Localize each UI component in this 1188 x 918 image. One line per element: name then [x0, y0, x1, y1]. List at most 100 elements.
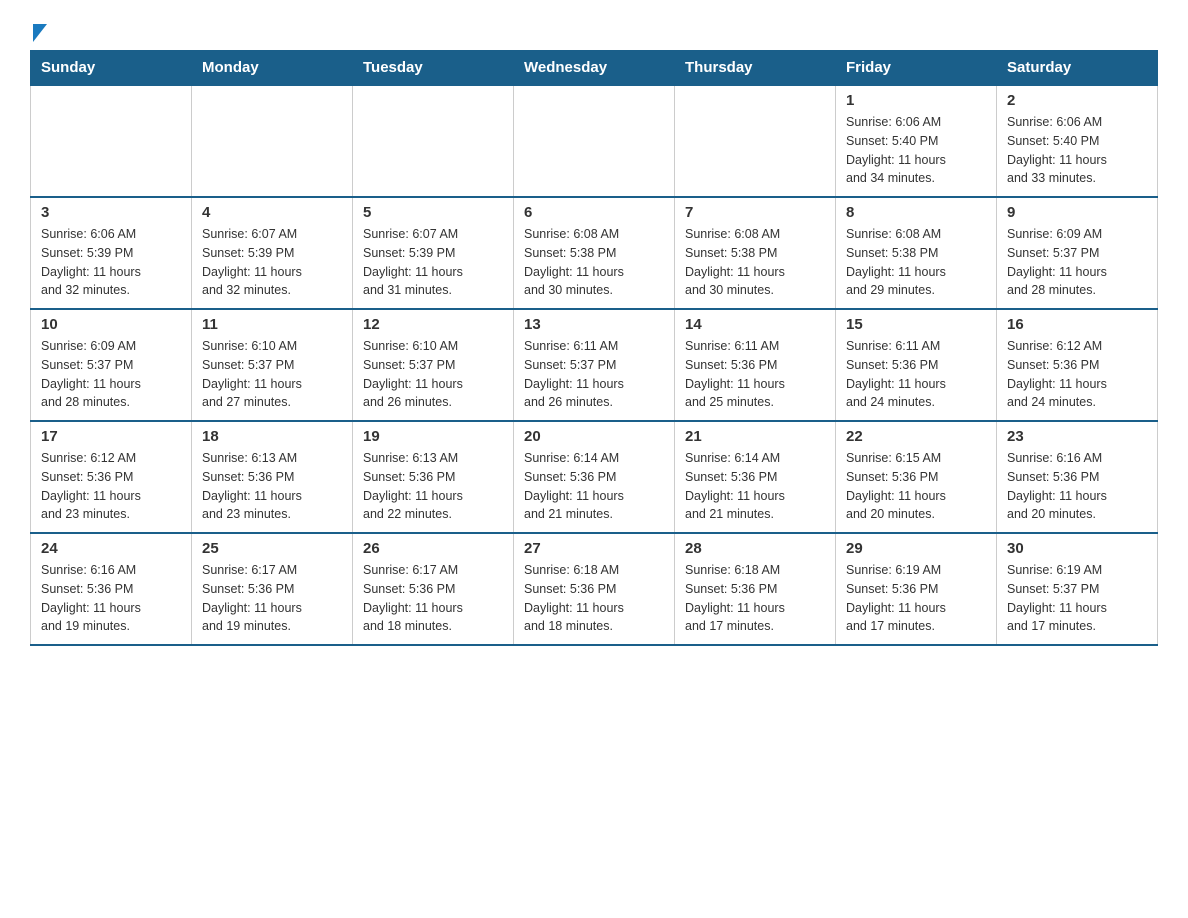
day-info: Sunrise: 6:08 AMSunset: 5:38 PMDaylight:…	[846, 225, 986, 300]
day-number: 24	[41, 540, 181, 557]
day-info: Sunrise: 6:09 AMSunset: 5:37 PMDaylight:…	[1007, 225, 1147, 300]
day-number: 26	[363, 540, 503, 557]
day-number: 12	[363, 316, 503, 333]
calendar-cell-w4-d3: 19 Sunrise: 6:13 AMSunset: 5:36 PMDayligh…	[353, 421, 514, 533]
calendar-cell-w5-d3: 26 Sunrise: 6:17 AMSunset: 5:36 PMDayligh…	[353, 533, 514, 645]
day-number: 8	[846, 204, 986, 221]
header-thursday: Thursday	[675, 51, 836, 86]
day-info: Sunrise: 6:17 AMSunset: 5:36 PMDaylight:…	[363, 561, 503, 636]
day-info: Sunrise: 6:13 AMSunset: 5:36 PMDaylight:…	[202, 449, 342, 524]
calendar-cell-w2-d3: 5 Sunrise: 6:07 AMSunset: 5:39 PMDaylight…	[353, 197, 514, 309]
logo-triangle-icon	[33, 24, 47, 42]
day-info: Sunrise: 6:08 AMSunset: 5:38 PMDaylight:…	[685, 225, 825, 300]
header-saturday: Saturday	[997, 51, 1158, 86]
header-tuesday: Tuesday	[353, 51, 514, 86]
day-info: Sunrise: 6:06 AMSunset: 5:40 PMDaylight:…	[1007, 113, 1147, 188]
day-info: Sunrise: 6:14 AMSunset: 5:36 PMDaylight:…	[524, 449, 664, 524]
day-number: 15	[846, 316, 986, 333]
calendar-cell-w4-d7: 23 Sunrise: 6:16 AMSunset: 5:36 PMDayligh…	[997, 421, 1158, 533]
calendar-cell-w1-d3	[353, 85, 514, 197]
calendar-cell-w2-d6: 8 Sunrise: 6:08 AMSunset: 5:38 PMDaylight…	[836, 197, 997, 309]
day-number: 11	[202, 316, 342, 333]
calendar-cell-w5-d1: 24 Sunrise: 6:16 AMSunset: 5:36 PMDayligh…	[31, 533, 192, 645]
calendar-cell-w2-d2: 4 Sunrise: 6:07 AMSunset: 5:39 PMDaylight…	[192, 197, 353, 309]
day-number: 21	[685, 428, 825, 445]
calendar-cell-w1-d2	[192, 85, 353, 197]
day-number: 7	[685, 204, 825, 221]
day-info: Sunrise: 6:18 AMSunset: 5:36 PMDaylight:…	[524, 561, 664, 636]
day-info: Sunrise: 6:08 AMSunset: 5:38 PMDaylight:…	[524, 225, 664, 300]
day-number: 13	[524, 316, 664, 333]
day-number: 1	[846, 92, 986, 109]
week-row-4: 17Sunrise: 6:12 AMSunset: 5:36 PMDayligh…	[31, 421, 1158, 533]
header-sunday: Sunday	[31, 51, 192, 86]
day-number: 4	[202, 204, 342, 221]
calendar-cell-w4-d5: 21 Sunrise: 6:14 AMSunset: 5:36 PMDayligh…	[675, 421, 836, 533]
day-number: 27	[524, 540, 664, 557]
calendar-cell-w1-d1	[31, 85, 192, 197]
day-info: Sunrise: 6:19 AMSunset: 5:36 PMDaylight:…	[846, 561, 986, 636]
day-info: Sunrise: 6:15 AMSunset: 5:36 PMDaylight:…	[846, 449, 986, 524]
day-number: 22	[846, 428, 986, 445]
day-number: 3	[41, 204, 181, 221]
day-number: 2	[1007, 92, 1147, 109]
day-info: Sunrise: 6:09 AMSunset: 5:37 PMDaylight:…	[41, 337, 181, 412]
calendar-cell-w4-d4: 20 Sunrise: 6:14 AMSunset: 5:36 PMDayligh…	[514, 421, 675, 533]
day-info: Sunrise: 6:10 AMSunset: 5:37 PMDaylight:…	[363, 337, 503, 412]
day-number: 29	[846, 540, 986, 557]
day-number: 23	[1007, 428, 1147, 445]
day-number: 5	[363, 204, 503, 221]
calendar-cell-w4-d2: 18Sunrise: 6:13 AMSunset: 5:36 PMDayligh…	[192, 421, 353, 533]
calendar-cell-w5-d2: 25Sunrise: 6:17 AMSunset: 5:36 PMDayligh…	[192, 533, 353, 645]
calendar-cell-w1-d7: 2 Sunrise: 6:06 AMSunset: 5:40 PMDaylight…	[997, 85, 1158, 197]
calendar-cell-w3-d3: 12 Sunrise: 6:10 AMSunset: 5:37 PMDayligh…	[353, 309, 514, 421]
day-number: 20	[524, 428, 664, 445]
day-info: Sunrise: 6:18 AMSunset: 5:36 PMDaylight:…	[685, 561, 825, 636]
calendar-cell-w5-d4: 27 Sunrise: 6:18 AMSunset: 5:36 PMDayligh…	[514, 533, 675, 645]
calendar-cell-w1-d6: 1 Sunrise: 6:06 AMSunset: 5:40 PMDaylight…	[836, 85, 997, 197]
day-number: 10	[41, 316, 181, 333]
day-info: Sunrise: 6:11 AMSunset: 5:37 PMDaylight:…	[524, 337, 664, 412]
calendar-cell-w3-d6: 15Sunrise: 6:11 AMSunset: 5:36 PMDayligh…	[836, 309, 997, 421]
calendar-cell-w4-d1: 17Sunrise: 6:12 AMSunset: 5:36 PMDayligh…	[31, 421, 192, 533]
day-info: Sunrise: 6:07 AMSunset: 5:39 PMDaylight:…	[202, 225, 342, 300]
day-number: 14	[685, 316, 825, 333]
calendar-cell-w5-d6: 29 Sunrise: 6:19 AMSunset: 5:36 PMDayligh…	[836, 533, 997, 645]
day-info: Sunrise: 6:06 AMSunset: 5:39 PMDaylight:…	[41, 225, 181, 300]
week-row-1: 1 Sunrise: 6:06 AMSunset: 5:40 PMDaylight…	[31, 85, 1158, 197]
calendar-cell-w3-d7: 16 Sunrise: 6:12 AMSunset: 5:36 PMDayligh…	[997, 309, 1158, 421]
week-row-3: 10 Sunrise: 6:09 AMSunset: 5:37 PMDayligh…	[31, 309, 1158, 421]
day-number: 28	[685, 540, 825, 557]
day-info: Sunrise: 6:14 AMSunset: 5:36 PMDaylight:…	[685, 449, 825, 524]
calendar-cell-w3-d2: 11 Sunrise: 6:10 AMSunset: 5:37 PMDayligh…	[192, 309, 353, 421]
calendar-cell-w2-d5: 7 Sunrise: 6:08 AMSunset: 5:38 PMDaylight…	[675, 197, 836, 309]
calendar-cell-w2-d4: 6 Sunrise: 6:08 AMSunset: 5:38 PMDaylight…	[514, 197, 675, 309]
calendar-cell-w1-d5	[675, 85, 836, 197]
day-info: Sunrise: 6:06 AMSunset: 5:40 PMDaylight:…	[846, 113, 986, 188]
day-info: Sunrise: 6:19 AMSunset: 5:37 PMDaylight:…	[1007, 561, 1147, 636]
day-info: Sunrise: 6:16 AMSunset: 5:36 PMDaylight:…	[41, 561, 181, 636]
calendar-cell-w5-d5: 28 Sunrise: 6:18 AMSunset: 5:36 PMDayligh…	[675, 533, 836, 645]
day-number: 16	[1007, 316, 1147, 333]
day-info: Sunrise: 6:13 AMSunset: 5:36 PMDaylight:…	[363, 449, 503, 524]
calendar-table: SundayMondayTuesdayWednesdayThursdayFrid…	[30, 50, 1158, 646]
header-friday: Friday	[836, 51, 997, 86]
day-info: Sunrise: 6:16 AMSunset: 5:36 PMDaylight:…	[1007, 449, 1147, 524]
day-info: Sunrise: 6:12 AMSunset: 5:36 PMDaylight:…	[41, 449, 181, 524]
calendar-cell-w3-d5: 14Sunrise: 6:11 AMSunset: 5:36 PMDayligh…	[675, 309, 836, 421]
header-monday: Monday	[192, 51, 353, 86]
header-wednesday: Wednesday	[514, 51, 675, 86]
weekday-header-row: SundayMondayTuesdayWednesdayThursdayFrid…	[31, 51, 1158, 86]
calendar-cell-w4-d6: 22 Sunrise: 6:15 AMSunset: 5:36 PMDayligh…	[836, 421, 997, 533]
day-info: Sunrise: 6:12 AMSunset: 5:36 PMDaylight:…	[1007, 337, 1147, 412]
calendar-cell-w2-d7: 9 Sunrise: 6:09 AMSunset: 5:37 PMDaylight…	[997, 197, 1158, 309]
header	[30, 20, 1158, 40]
day-info: Sunrise: 6:07 AMSunset: 5:39 PMDaylight:…	[363, 225, 503, 300]
day-number: 30	[1007, 540, 1147, 557]
day-number: 19	[363, 428, 503, 445]
week-row-2: 3 Sunrise: 6:06 AMSunset: 5:39 PMDaylight…	[31, 197, 1158, 309]
week-row-5: 24 Sunrise: 6:16 AMSunset: 5:36 PMDayligh…	[31, 533, 1158, 645]
day-number: 9	[1007, 204, 1147, 221]
day-info: Sunrise: 6:10 AMSunset: 5:37 PMDaylight:…	[202, 337, 342, 412]
day-number: 6	[524, 204, 664, 221]
